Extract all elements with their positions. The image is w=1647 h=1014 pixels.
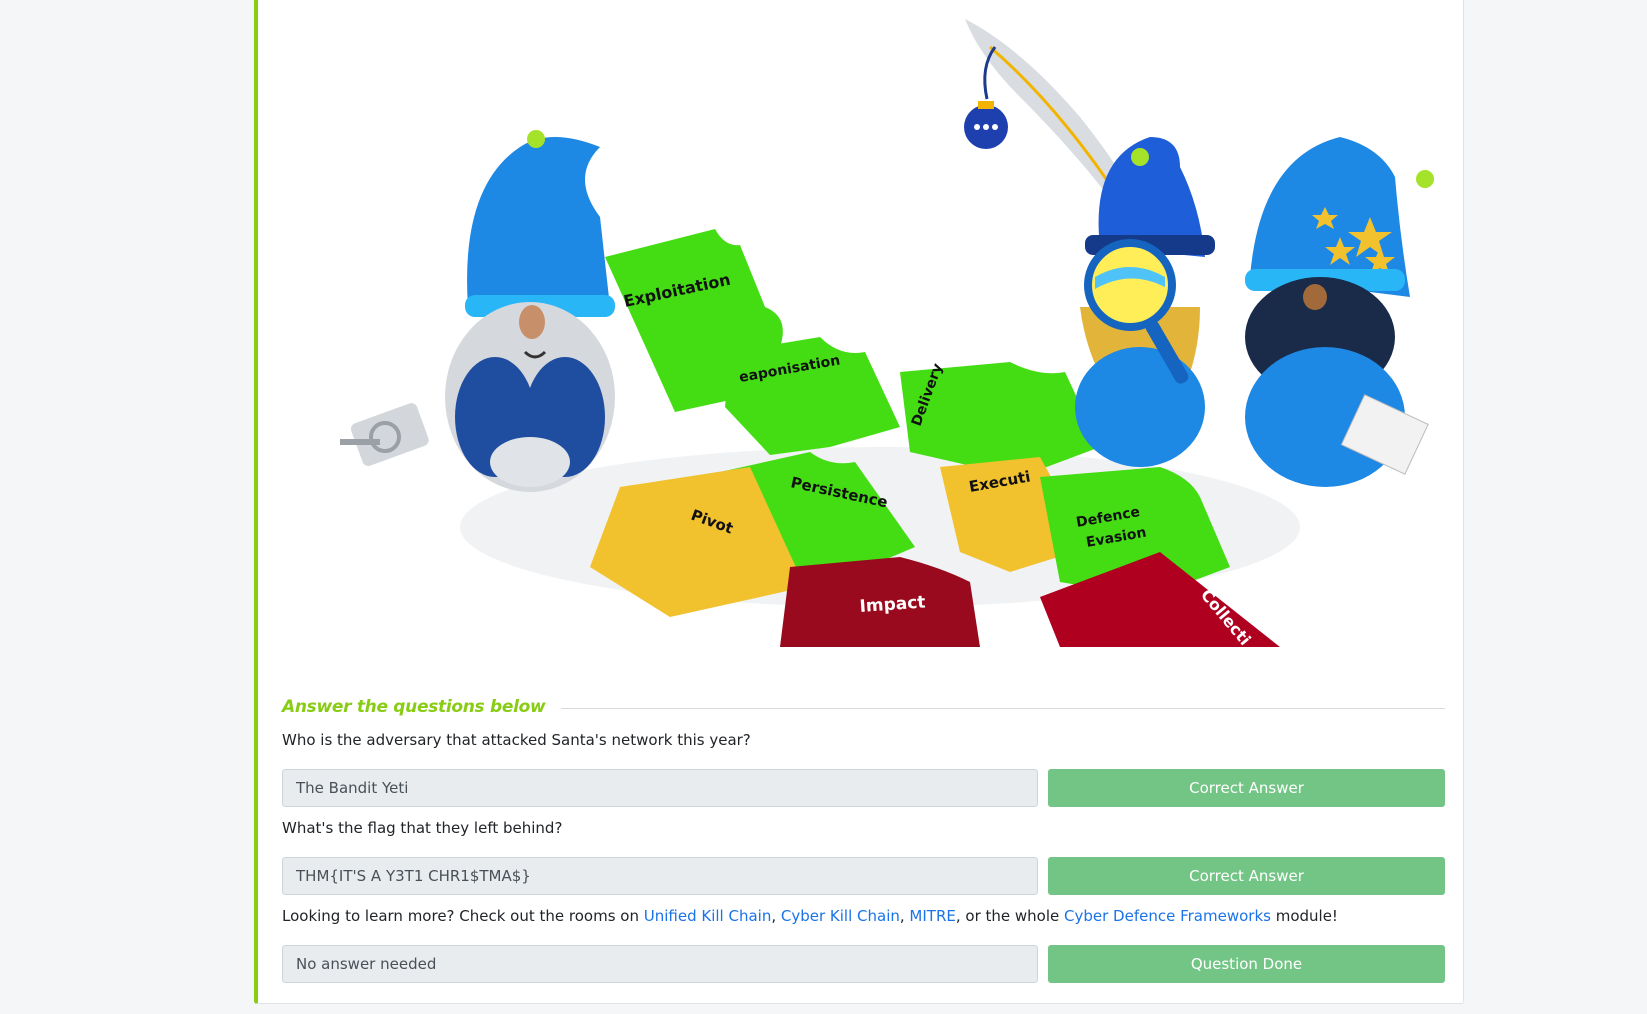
question-3-done-button[interactable]: Question Done xyxy=(1048,945,1445,983)
question-3-answer-field[interactable]: No answer needed xyxy=(282,945,1038,983)
question-2-text: What's the flag that they left behind? xyxy=(282,819,563,837)
link-unified-kill-chain[interactable]: Unified Kill Chain xyxy=(644,907,772,925)
answer-section-header: Answer the questions below xyxy=(282,691,1445,723)
question-2-submit-button[interactable]: Correct Answer xyxy=(1048,857,1445,895)
answer-section-title: Answer the questions below xyxy=(282,697,546,717)
gnome-icon xyxy=(445,130,615,492)
link-cyber-defence-frameworks[interactable]: Cyber Defence Frameworks xyxy=(1064,907,1271,925)
question-1-text: Who is the adversary that attacked Santa… xyxy=(282,731,751,749)
task-card: Exploitation eaponisation Delivery Persi… xyxy=(254,0,1464,1004)
question-3-text-suffix: module! xyxy=(1270,907,1338,925)
link-cyber-kill-chain[interactable]: Cyber Kill Chain xyxy=(781,907,900,925)
question-1-submit-button[interactable]: Correct Answer xyxy=(1048,769,1445,807)
question-3-separator: , xyxy=(899,907,910,925)
question-3-separator: , xyxy=(771,907,781,925)
keys-icon xyxy=(340,403,429,466)
question-3-text-prefix: Looking to learn more? Check out the roo… xyxy=(282,907,644,925)
question-1-answer-field[interactable]: The Bandit Yeti xyxy=(282,769,1038,807)
answer-section-divider xyxy=(561,707,1445,709)
link-mitre[interactable]: MITRE xyxy=(909,907,955,925)
task-illustration: Exploitation eaponisation Delivery Persi… xyxy=(320,7,1456,667)
question-3-separator: , or the whole xyxy=(955,907,1065,925)
question-2-answer-field[interactable]: THM{IT'S A Y3T1 CHR1$TMA$} xyxy=(282,857,1038,895)
question-3-text: Looking to learn more? Check out the roo… xyxy=(282,906,1338,926)
